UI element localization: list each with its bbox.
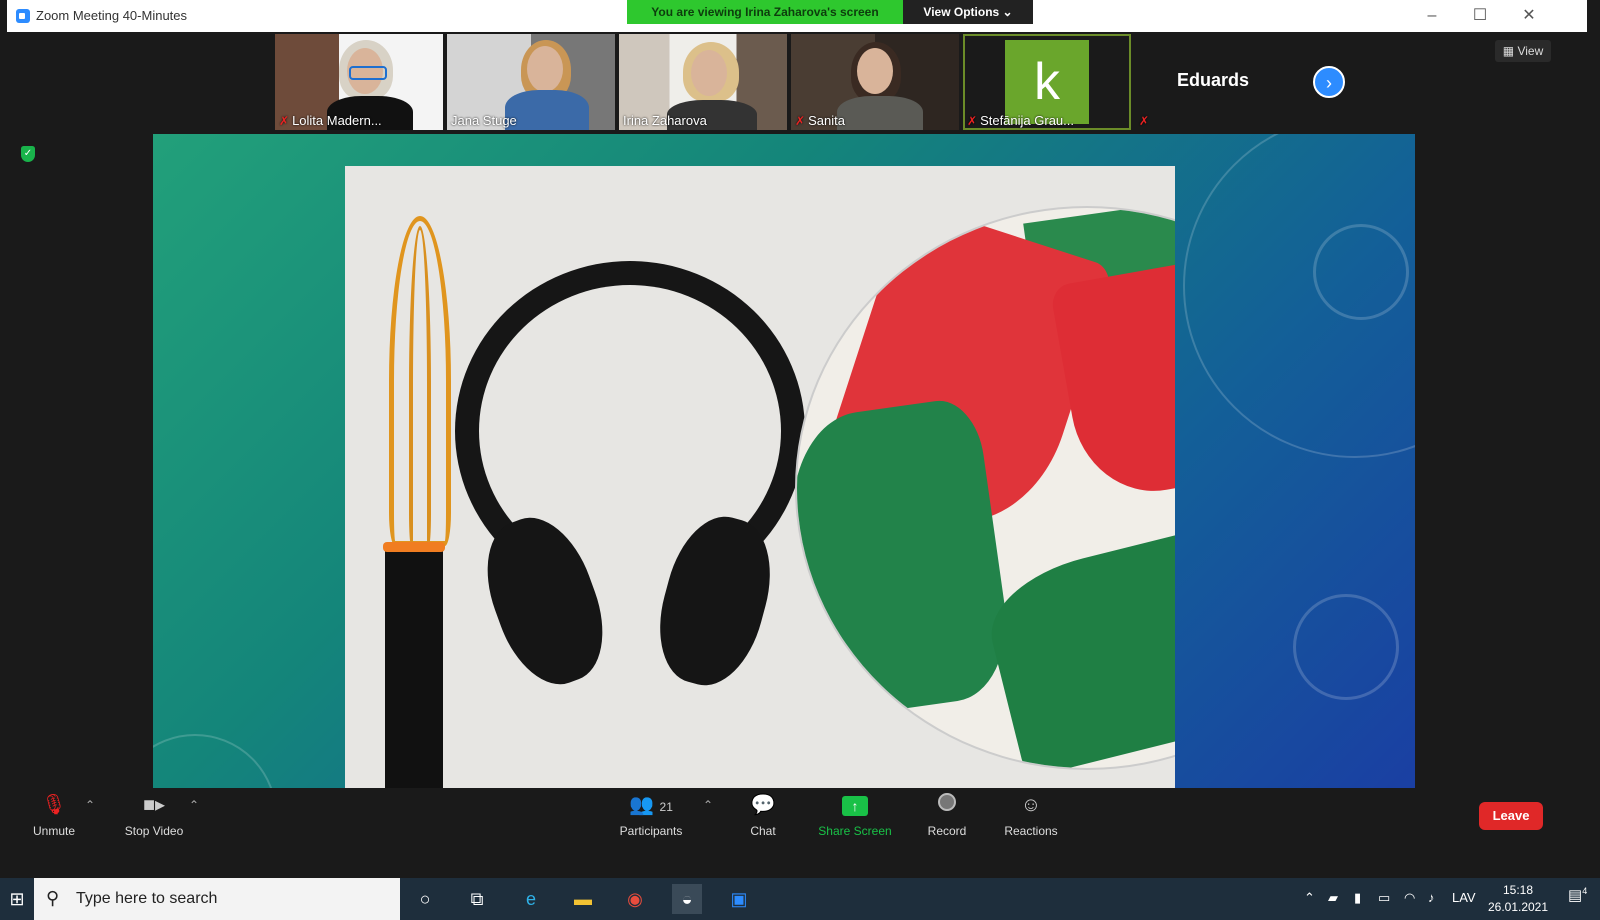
participant-name: ✗ Sanita: [795, 113, 845, 128]
record-icon: [923, 792, 971, 818]
muted-mic-icon: ✗: [967, 114, 978, 128]
participant-name: ✗ Lolita Madern...: [279, 113, 382, 128]
viewing-screen-banner: You are viewing Irina Zaharova's screen: [627, 0, 903, 24]
participant-name: Irina Zaharova: [623, 113, 707, 128]
participant-name: Jana Stuge: [451, 113, 517, 128]
meeting-area: ✗ Lolita Madern... Jana Stuge Irina Zahar…: [7, 32, 1587, 860]
search-icon: ⚲: [46, 888, 60, 908]
participants-button[interactable]: 👥 21 Participants: [615, 792, 687, 838]
muted-mic-icon: ✗: [795, 114, 806, 128]
stop-video-button[interactable]: ■▸ Stop Video: [119, 792, 189, 838]
shared-photo: [345, 166, 1175, 788]
volume-icon[interactable]: ♪: [1428, 890, 1435, 905]
participant-name: ✗ Stefānija Grau...: [967, 113, 1075, 128]
taskbar-search-input[interactable]: ⚲ Type here to search: [34, 878, 400, 920]
title-bar: Zoom Meeting 40-Minutes You are viewing …: [7, 0, 1587, 32]
file-explorer-icon[interactable]: ▬: [568, 884, 598, 914]
grid-icon: ▦: [1502, 44, 1518, 58]
clock[interactable]: 15:18 26.01.2021: [1484, 882, 1552, 916]
decorative-ring: [1313, 224, 1409, 320]
participant-name-eduards[interactable]: Eduards: [1177, 70, 1249, 91]
whisk-ring: [383, 542, 445, 552]
window-title: Zoom Meeting 40-Minutes: [36, 8, 188, 23]
app-icon[interactable]: ◒: [672, 884, 702, 914]
notifications-icon[interactable]: ▤4: [1568, 886, 1587, 904]
battery-icon[interactable]: ▭: [1378, 890, 1390, 906]
participant-tile[interactable]: Irina Zaharova: [619, 34, 787, 130]
tray-app-icon[interactable]: ▰: [1328, 890, 1338, 906]
whisk: [375, 216, 465, 576]
meeting-toolbar: 🎙 Unmute ⌃ ■▸ Stop Video ⌃ 👥 21 Participant…: [7, 788, 1587, 860]
wifi-icon[interactable]: ◠: [1404, 890, 1415, 906]
share-screen-button[interactable]: ↑ Share Screen: [815, 792, 895, 838]
participant-tile[interactable]: ✗ Lolita Madern...: [275, 34, 443, 130]
muted-mic-icon: ✗: [279, 114, 290, 128]
encryption-shield-icon[interactable]: ✓: [21, 146, 35, 162]
chat-icon: 💬: [750, 794, 776, 816]
task-view-icon[interactable]: ⧉: [462, 884, 492, 914]
zoom-window: Zoom Meeting 40-Minutes You are viewing …: [7, 0, 1587, 860]
windows-start-icon[interactable]: ⊞: [0, 878, 34, 920]
show-hidden-icons-icon[interactable]: ⌃: [1304, 890, 1315, 906]
minimize-icon[interactable]: –: [1417, 6, 1447, 26]
leave-button[interactable]: Leave: [1479, 802, 1543, 830]
decorative-ring: [1293, 594, 1399, 700]
share-screen-icon: ↑: [815, 792, 895, 818]
muted-mic-icon: ✗: [1139, 114, 1150, 128]
participants-icon: 👥 21: [629, 794, 673, 816]
record-button[interactable]: Record: [923, 792, 971, 838]
whisk-handle: [385, 546, 443, 788]
shared-screen: [153, 134, 1415, 788]
reactions-button[interactable]: ☺ Reactions: [1001, 792, 1061, 838]
maximize-icon[interactable]: ☐: [1465, 6, 1495, 26]
cortana-icon[interactable]: ○: [410, 884, 440, 914]
unmute-button[interactable]: 🎙 Unmute: [29, 792, 79, 838]
microphone-icon[interactable]: ▮: [1354, 890, 1361, 906]
participant-tile[interactable]: Jana Stuge: [447, 34, 615, 130]
participants-caret-icon[interactable]: ⌃: [703, 798, 713, 812]
audio-options-caret-icon[interactable]: ⌃: [85, 798, 95, 812]
smiley-icon: ☺: [1020, 794, 1042, 816]
view-layout-button[interactable]: ▦ View: [1495, 40, 1551, 62]
view-options-button[interactable]: View Options ⌄: [903, 0, 1033, 24]
search-placeholder: Type here to search: [76, 890, 218, 907]
avatar: k: [1005, 40, 1089, 124]
participant-tile[interactable]: ✗ Sanita: [791, 34, 959, 130]
zoom-logo-icon: [16, 9, 30, 23]
participant-strip: ✗ Lolita Madern... Jana Stuge Irina Zahar…: [275, 34, 1323, 130]
ball: [795, 206, 1175, 770]
video-options-caret-icon[interactable]: ⌃: [189, 798, 199, 812]
participant-tile-active[interactable]: k ✗ Stefānija Grau...: [963, 34, 1131, 130]
close-icon[interactable]: ✕: [1514, 6, 1544, 26]
decorative-ring: [153, 734, 277, 788]
chrome-icon[interactable]: ◉: [620, 884, 650, 914]
windows-taskbar: ⊞ ⚲ Type here to search ○ ⧉ e ▬ ◉ ◒ ▣ ⌃ …: [0, 878, 1600, 920]
next-page-chevron-icon[interactable]: ›: [1313, 66, 1345, 98]
participant-name-muted: ✗: [1139, 113, 1152, 128]
muted-mic-icon: 🎙: [41, 794, 67, 816]
video-camera-icon: ■▸: [142, 794, 166, 816]
chat-button[interactable]: 💬 Chat: [743, 792, 783, 838]
zoom-taskbar-icon[interactable]: ▣: [724, 884, 754, 914]
edge-icon[interactable]: e: [516, 884, 546, 914]
language-indicator[interactable]: LAV: [1452, 890, 1476, 905]
